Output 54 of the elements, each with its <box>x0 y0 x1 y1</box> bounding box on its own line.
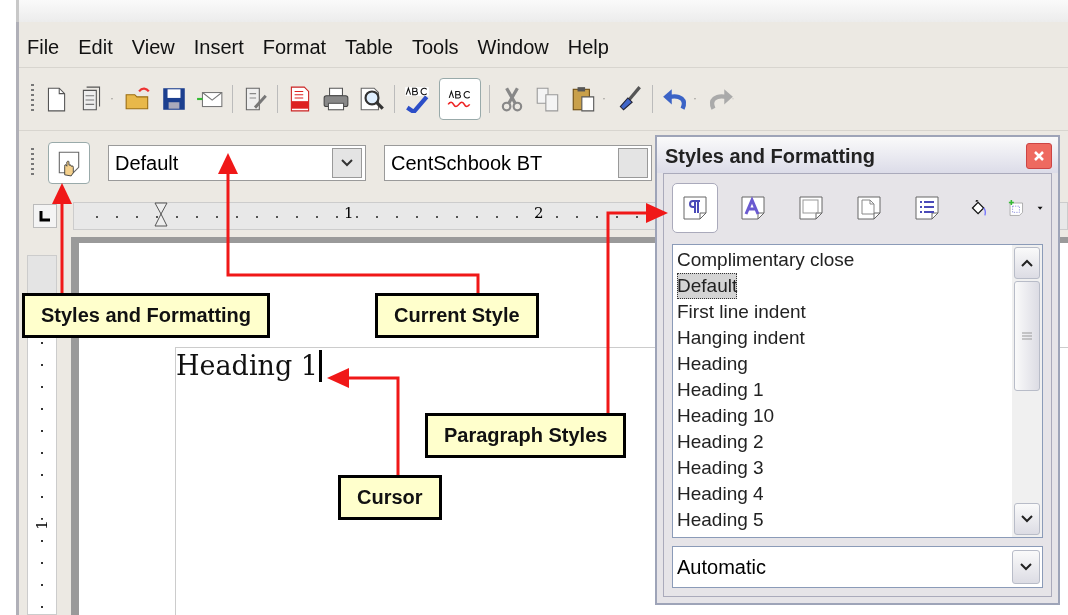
corner-icon <box>38 209 52 223</box>
toolbar-grip[interactable] <box>31 148 34 178</box>
close-button[interactable] <box>1026 143 1052 169</box>
frame-page-icon <box>797 194 825 222</box>
page-icon <box>855 194 883 222</box>
pilcrow-page-icon <box>681 194 709 222</box>
close-icon <box>1032 149 1046 163</box>
menu-item[interactable]: File <box>27 36 60 67</box>
style-list-item[interactable]: Heading 10 <box>677 403 775 429</box>
menu-item[interactable]: Format <box>262 36 327 67</box>
menu-item[interactable]: View <box>131 36 175 67</box>
scroll-up-button[interactable] <box>1014 247 1040 279</box>
auto-spellcheck-button[interactable] <box>439 78 481 120</box>
styles-and-formatting-button[interactable] <box>48 142 90 184</box>
paintbrush-icon[interactable] <box>616 85 644 113</box>
letter-page-icon <box>739 194 767 222</box>
callout-label: Cursor <box>338 475 442 520</box>
style-list-item[interactable]: First line indent <box>677 299 806 325</box>
font-name-dropdown[interactable]: CentSchbook BT <box>384 145 652 181</box>
ruler-number: 1 <box>344 204 354 222</box>
menu-item[interactable]: Window <box>477 36 549 67</box>
menu-item[interactable]: Table <box>345 36 393 67</box>
tab-stop-button[interactable] <box>33 204 57 228</box>
menu-item[interactable]: Insert <box>193 36 244 67</box>
menu-item[interactable]: Help <box>567 36 609 67</box>
callout-label: Styles and Formatting <box>22 293 271 338</box>
style-list-item[interactable]: Hanging indent <box>677 325 805 351</box>
text-cursor <box>319 350 322 382</box>
style-list-item[interactable]: Heading 1 <box>677 377 764 403</box>
menu-item[interactable]: Edit <box>78 36 113 67</box>
style-list-item[interactable]: Heading 5 <box>677 507 764 533</box>
printer-icon[interactable] <box>322 85 350 113</box>
indent-marker-icon[interactable] <box>154 202 168 228</box>
scroll-down-button[interactable] <box>1014 503 1040 535</box>
style-list-item[interactable]: Heading 3 <box>677 455 764 481</box>
scrollbar-thumb[interactable] <box>1014 281 1040 391</box>
document-text: Heading 1 <box>176 350 318 381</box>
ruler-number: 2 <box>534 204 544 222</box>
style-list-item[interactable]: Heading <box>677 351 748 377</box>
list-page-icon <box>913 194 941 222</box>
style-family-button[interactable] <box>672 183 718 233</box>
callout-label: Paragraph Styles <box>425 413 627 458</box>
filter-dropdown[interactable]: Automatic <box>672 546 1043 588</box>
style-list-item[interactable]: Heading 4 <box>677 481 764 507</box>
toolbar-grip[interactable] <box>31 84 34 114</box>
style-list-item[interactable]: Complimentary close <box>677 247 855 273</box>
dialog-title: Styles and Formatting <box>665 144 876 168</box>
magnifier-page-icon[interactable] <box>358 85 386 113</box>
style-list-item[interactable]: Heading 2 <box>677 429 764 455</box>
menu-item[interactable]: Tools <box>411 36 459 67</box>
callout-label: Current Style <box>375 293 539 338</box>
paragraph-style-dropdown[interactable]: Default <box>108 145 366 181</box>
style-list-item[interactable]: Default <box>677 273 738 299</box>
spellcheck-icon[interactable] <box>403 85 431 113</box>
